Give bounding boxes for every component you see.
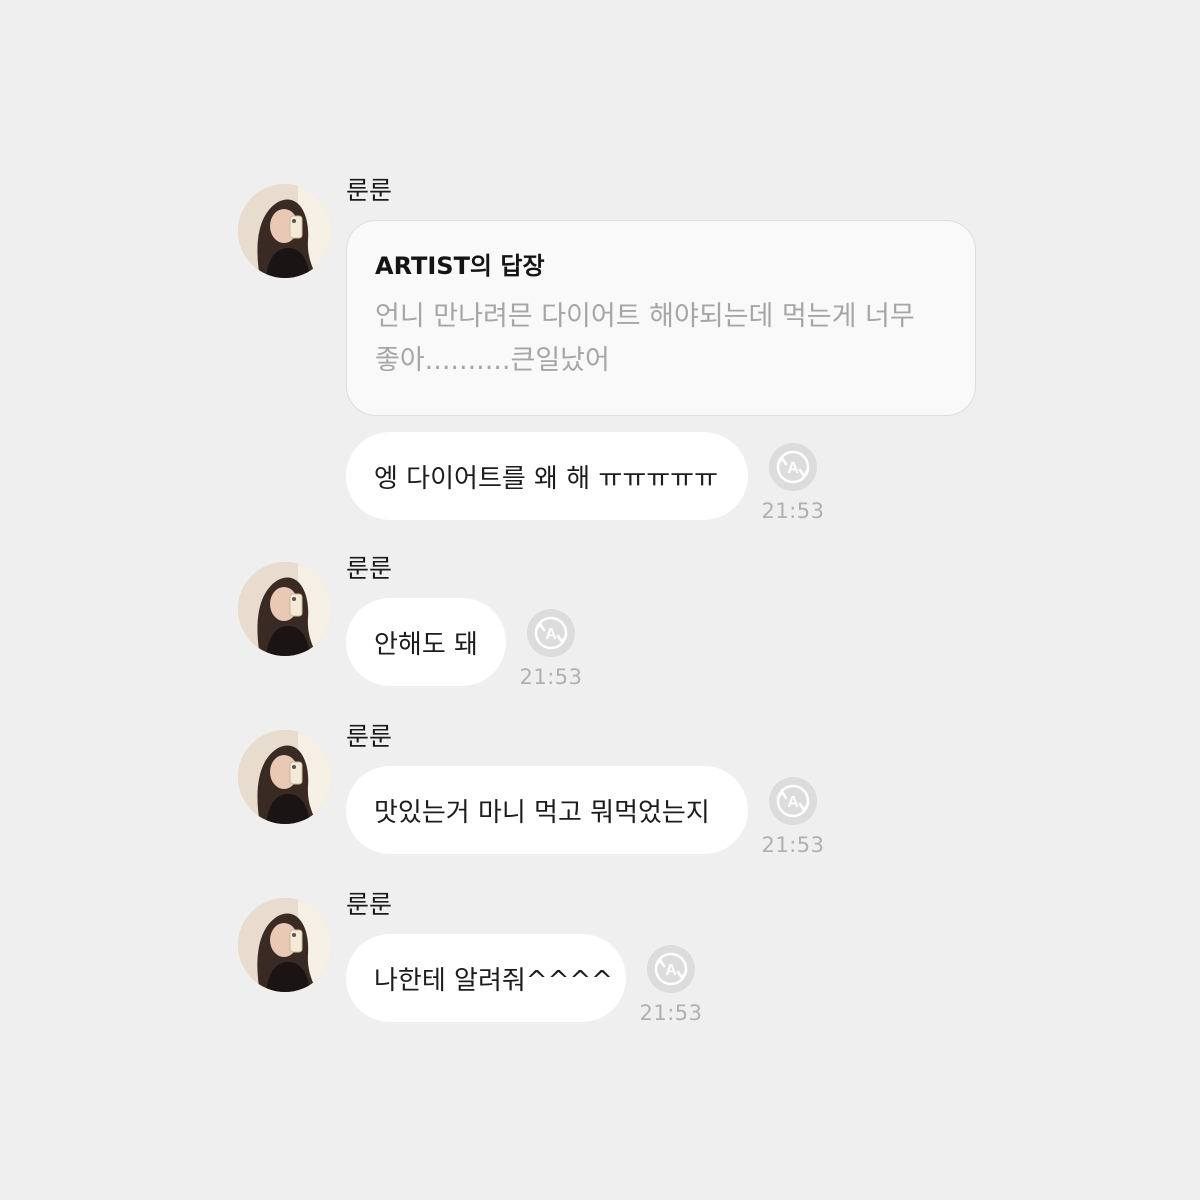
translate-icon[interactable]: A bbox=[768, 442, 818, 492]
message-meta: A 21:53 bbox=[638, 944, 704, 1026]
sender-name: 룬룬 bbox=[346, 554, 393, 583]
sender-name: 룬룬 bbox=[346, 722, 393, 751]
svg-text:A: A bbox=[665, 962, 677, 979]
chat-screen: 룬룬 ARTIST의 답장 언니 만나려믄 다이어트 해야되는데 먹는게 너무 … bbox=[0, 0, 1200, 1200]
svg-text:A: A bbox=[545, 626, 557, 643]
avatar[interactable] bbox=[238, 730, 332, 824]
avatar-photo-icon bbox=[238, 184, 332, 278]
avatar[interactable] bbox=[238, 898, 332, 992]
timestamp: 21:53 bbox=[639, 1001, 703, 1025]
avatar-photo-icon bbox=[238, 730, 332, 824]
message-meta: A 21:53 bbox=[760, 442, 826, 524]
avatar-photo-icon bbox=[238, 898, 332, 992]
avatar[interactable] bbox=[238, 184, 332, 278]
svg-text:A: A bbox=[787, 460, 799, 477]
translate-icon[interactable]: A bbox=[768, 776, 818, 826]
sender-name: 룬룬 bbox=[346, 890, 393, 919]
message-meta: A 21:53 bbox=[518, 608, 584, 690]
timestamp: 21:53 bbox=[761, 499, 825, 523]
message-meta: A 21:53 bbox=[760, 776, 826, 858]
timestamp: 21:53 bbox=[761, 833, 825, 857]
translate-icon[interactable]: A bbox=[646, 944, 696, 994]
sender-name: 룬룬 bbox=[346, 176, 393, 205]
message-bubble[interactable]: 안해도 돼 bbox=[346, 598, 506, 686]
avatar[interactable] bbox=[238, 562, 332, 656]
message-bubble[interactable]: 엥 다이어트를 왜 해 ㅠㅠㅠㅠㅠ bbox=[346, 432, 748, 520]
message-bubble[interactable]: 나한테 알려줘^^^^ bbox=[346, 934, 626, 1022]
artist-reply-card[interactable]: ARTIST의 답장 언니 만나려믄 다이어트 해야되는데 먹는게 너무 좋아.… bbox=[346, 220, 976, 416]
message-bubble[interactable]: 맛있는거 마니 먹고 뭐먹었는지 bbox=[346, 766, 748, 854]
reply-quote: 언니 만나려믄 다이어트 해야되는데 먹는게 너무 좋아..........큰일… bbox=[375, 301, 915, 376]
svg-text:A: A bbox=[787, 794, 799, 811]
translate-icon[interactable]: A bbox=[526, 608, 576, 658]
timestamp: 21:53 bbox=[519, 665, 583, 689]
reply-title: ARTIST의 답장 bbox=[375, 252, 545, 280]
avatar-photo-icon bbox=[238, 562, 332, 656]
